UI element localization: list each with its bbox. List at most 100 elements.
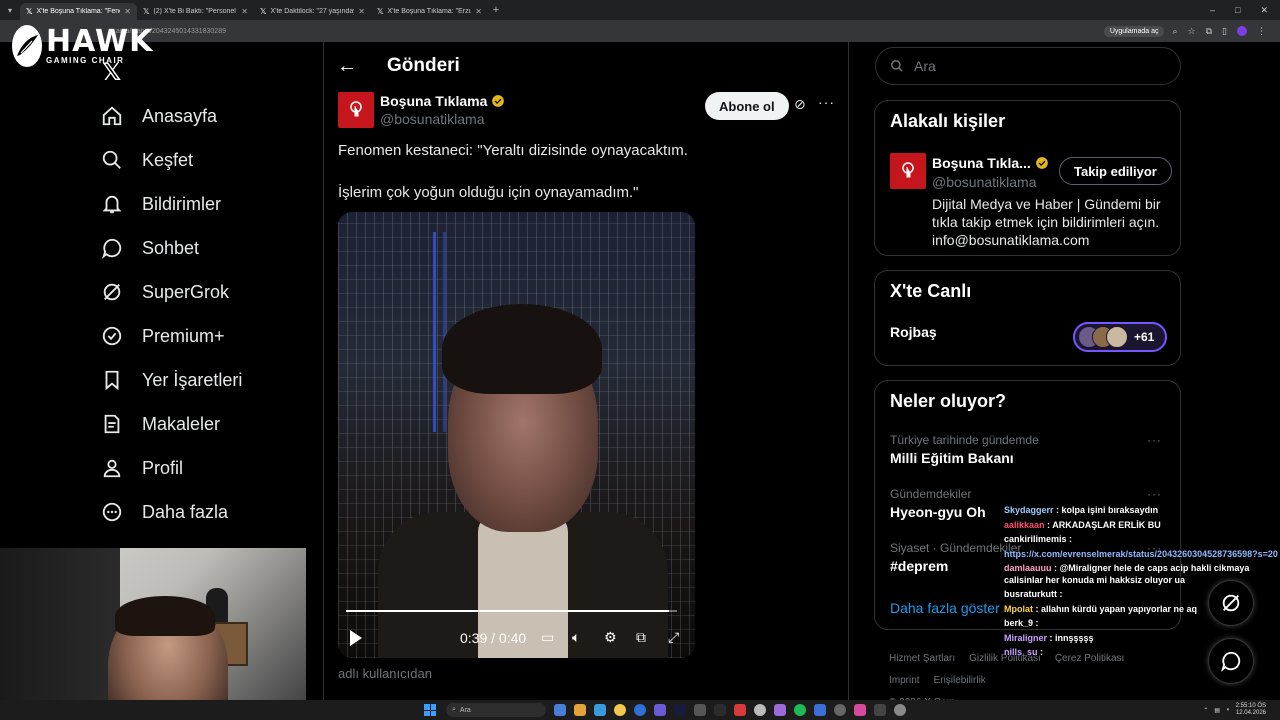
close-icon[interactable]: ✕ [124,7,131,16]
chrome-icon[interactable] [614,704,626,716]
grok-icon[interactable]: ⊘ [794,96,806,113]
browser-tab[interactable]: 𝕏 X'te Daktilock: "27 yaşındayım ✕ [254,3,371,20]
tray-overflow-icon[interactable]: ⌃ [1203,707,1208,714]
app-icon[interactable] [894,704,906,716]
chat-username[interactable]: busraturkutt [1004,589,1057,599]
sidebar-toggle-icon[interactable]: ▯ [1222,26,1227,37]
browser-tab[interactable]: 𝕏 X'te Boşuna Tıklama: "Erzurum ✕ [371,3,488,20]
video-progress-bar[interactable] [346,610,677,612]
avatar[interactable] [890,153,926,189]
volume-icon[interactable]: 🔈︎ [572,629,580,646]
following-button[interactable]: Takip ediliyor [1059,157,1172,185]
app-icon[interactable] [694,704,706,716]
sidebar-item-bookmarks[interactable]: Yer İşaretleri [100,358,242,402]
profile-avatar[interactable] [1237,25,1247,36]
close-icon[interactable]: ✕ [475,7,482,16]
footer-link[interactable]: Erişilebilirlik [934,675,986,686]
sidebar-item-notifications[interactable]: Bildirimler [100,182,221,226]
address-bar: ...ama/status/2043245014331830289 Uygula… [0,20,1280,42]
sidebar-item-premium[interactable]: Premium+ [100,314,225,358]
spotify-icon[interactable] [794,704,806,716]
picture-in-picture-icon[interactable]: ⧉ [636,629,646,646]
x-favicon-icon: 𝕏 [26,7,33,16]
close-icon[interactable]: ✕ [358,7,365,16]
bookmark-star-icon[interactable]: ☆ [1188,26,1196,37]
footer-link[interactable]: Imprint [889,675,920,686]
app-icon[interactable] [814,704,826,716]
app-icon[interactable] [774,704,786,716]
menu-icon[interactable]: ⋮ [1257,26,1266,37]
sidebar-item-chat[interactable]: Sohbet [100,226,199,270]
app-icon[interactable] [654,704,666,716]
sidebar-item-more[interactable]: Daha fazla [100,490,228,534]
show-more-link[interactable]: Daha fazla göster [890,600,1000,616]
zoom-icon[interactable]: ⌕ [1172,26,1177,37]
chat-username[interactable]: damlaauuu [1004,563,1052,573]
subscribe-button[interactable]: Abone ol [705,92,789,120]
new-tab-button[interactable]: + [488,4,504,16]
network-icon[interactable]: ▤ [1214,707,1220,714]
taskbar-search[interactable]: ⌕ Ara [446,703,546,717]
obs-icon[interactable] [834,704,846,716]
extensions-icon[interactable]: ⧉ [1206,26,1212,37]
close-icon[interactable]: ✕ [241,7,248,16]
author-name[interactable]: Boşuna Tıklama [380,93,505,109]
chat-username[interactable]: Mpolat [1004,604,1033,614]
more-options-icon[interactable]: ··· [818,94,835,110]
taskbar-clock[interactable]: 2:55:10 ÖS 12.04.2026 [1236,703,1266,717]
avatar[interactable] [338,92,374,128]
browser-tab[interactable]: 𝕏 (2) X'te Bi Baktı: "Personel arası ✕ [137,3,254,20]
app-icon[interactable] [854,704,866,716]
sidebar-item-label: Yer İşaretleri [142,369,243,390]
app-icon[interactable] [594,704,606,716]
sidebar-item-profile[interactable]: Profil [100,446,183,490]
chat-text: kolpa işini bıraksaydın [1061,505,1159,515]
video-player[interactable]: 0:39 / 0:40 ▭ 🔈︎ ⚙ ⧉ ⤢ [338,212,695,658]
open-in-app-button[interactable]: Uygulamada aç [1103,25,1165,37]
maximize-icon[interactable]: □ [1235,5,1240,16]
app-icon[interactable] [734,704,746,716]
chat-text: allahın kürdü yapan yapıyorlar ne aq [1041,603,1198,614]
chat-username[interactable]: berk_9 [1004,618,1033,628]
tab-menu-icon[interactable]: ▾ [0,0,20,20]
live-host-name[interactable]: Rojbaş [890,324,937,340]
fullscreen-icon[interactable]: ⤢ [668,629,679,646]
more-options-icon[interactable]: ··· [1147,433,1162,447]
chat-username[interactable]: Skydaggerr [1004,505,1054,515]
app-icon[interactable] [714,704,726,716]
close-window-icon[interactable]: ✕ [1260,5,1268,16]
chat-username[interactable]: cankirilimemis [1004,534,1067,544]
url-field[interactable]: ...ama/status/2043245014331830289 [110,28,1104,35]
trend-item[interactable]: Türkiye tarihinde gündemde Milli Eğitim … [890,433,1170,466]
settings-gear-icon[interactable]: ⚙ [604,629,617,646]
author-handle[interactable]: @bosunatiklama [380,111,485,127]
live-participants-pill[interactable]: +61 [1073,322,1167,352]
windows-start-icon[interactable] [424,704,436,716]
app-icon[interactable] [874,704,886,716]
window-controls: – □ ✕ [1210,5,1280,16]
sidebar-item-home[interactable]: Anasayfa [100,94,217,138]
related-user-handle[interactable]: @bosunatiklama [932,174,1037,190]
footer-link[interactable]: Hizmet Şartları [889,653,955,664]
app-icon[interactable] [754,704,766,716]
related-user-name[interactable]: Boşuna Tıkla... [932,155,1049,171]
browser-icon[interactable] [634,704,646,716]
chat-username[interactable]: aalikkaan [1004,520,1045,530]
volume-icon[interactable]: ◖ [1226,707,1230,713]
search-input[interactable]: Ara [875,47,1181,85]
sidebar-item-explore[interactable]: Keşfet [100,138,193,182]
steam-icon[interactable] [674,704,686,716]
minimize-icon[interactable]: – [1210,5,1215,16]
captions-icon[interactable]: ▭ [541,629,554,646]
folder-icon[interactable] [574,704,586,716]
play-icon[interactable] [350,630,362,646]
app-icon[interactable] [554,704,566,716]
sidebar-item-supergrok[interactable]: SuperGrok [100,270,229,314]
more-options-icon[interactable]: ··· [1147,487,1162,501]
back-arrow-icon[interactable]: ← [337,55,359,78]
sidebar-item-articles[interactable]: Makaleler [100,402,220,446]
chat-username[interactable]: nills_su [1004,647,1038,657]
chat-message: nills_su : [1004,647,1280,659]
chat-username[interactable]: Miraligner [1004,633,1047,643]
browser-tab[interactable]: 𝕏 X'te Boşuna Tıklama: "Fenomen ✕ [20,3,137,20]
